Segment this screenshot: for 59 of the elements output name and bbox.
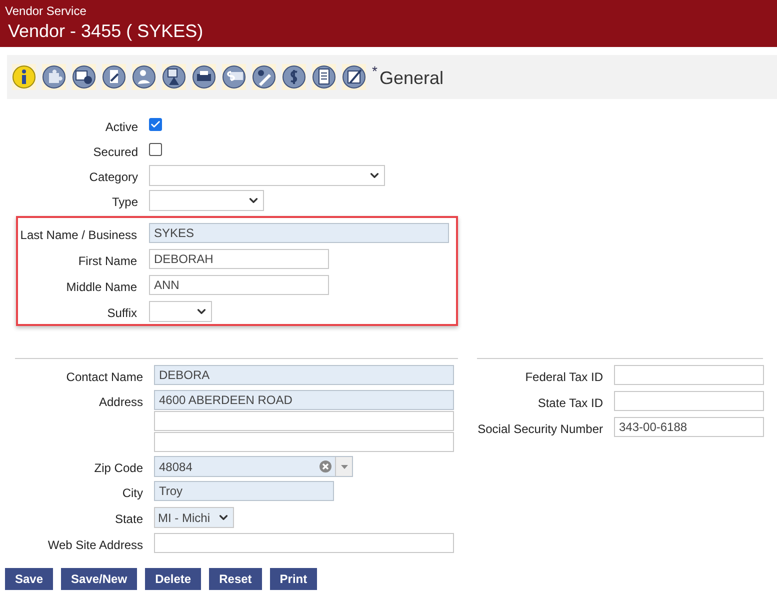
info-icon[interactable] — [12, 64, 36, 90]
select-field[interactable] — [149, 301, 212, 322]
checkbox[interactable] — [149, 118, 162, 131]
action-button[interactable]: Reset — [209, 568, 262, 590]
field-label: Type — [110, 194, 138, 209]
select-field[interactable]: MI - Michi — [154, 507, 234, 528]
field-label: Federal Tax ID — [524, 369, 603, 384]
field-label: Contact Name — [65, 369, 143, 384]
input-field[interactable] — [614, 365, 764, 385]
section-title: General — [379, 68, 444, 88]
input-field[interactable]: Troy — [154, 481, 334, 501]
contact-card-icon[interactable] — [72, 64, 96, 90]
field-label: Secured — [92, 144, 138, 159]
action-button[interactable]: Save/New — [61, 568, 138, 590]
input-field[interactable]: SYKES — [149, 223, 449, 243]
page-title: Vendor - 3455 ( SYKES) — [8, 21, 204, 42]
app-title: Vendor Service — [5, 4, 86, 18]
clear-icon[interactable] — [319, 460, 332, 473]
input-field[interactable] — [614, 391, 764, 411]
field-label: Web Site Address — [46, 537, 143, 552]
input-field[interactable] — [154, 432, 454, 452]
field-label: Last Name / Business — [19, 227, 137, 242]
checkbox[interactable] — [149, 143, 162, 156]
action-button[interactable]: Delete — [145, 568, 202, 590]
modified-mark: * — [372, 63, 378, 79]
field-label: Suffix — [106, 305, 137, 320]
pages-icon[interactable] — [312, 64, 336, 90]
field-label: Address — [98, 394, 143, 409]
puzzle-icon[interactable] — [42, 64, 66, 90]
edit-icon[interactable] — [342, 64, 366, 90]
input-field[interactable]: DEBORAH — [149, 249, 329, 269]
dollar-icon[interactable] — [282, 64, 306, 90]
caret-icon — [340, 464, 348, 468]
input-field[interactable] — [154, 411, 454, 431]
field-label: Category — [88, 169, 138, 184]
action-button[interactable]: Print — [270, 568, 318, 590]
input-field[interactable]: 343-00-6188 — [614, 417, 764, 437]
field-label: Social Security Number — [477, 421, 603, 436]
field-label: State — [114, 511, 143, 526]
shapes-icon[interactable] — [162, 64, 186, 90]
field-label: State Tax ID — [536, 395, 603, 410]
field-label: City — [121, 485, 143, 500]
field-label: First Name — [77, 253, 137, 268]
input-field[interactable]: ANN — [149, 275, 329, 295]
field-label: Zip Code — [93, 460, 143, 475]
action-button[interactable]: Save — [5, 568, 54, 590]
combo-field[interactable]: 48084 — [154, 456, 353, 477]
tools-icon[interactable] — [252, 64, 276, 90]
money-icon[interactable] — [222, 64, 246, 90]
field-label: Active — [104, 119, 138, 134]
select-field[interactable] — [149, 165, 385, 186]
printer-icon[interactable] — [192, 64, 216, 90]
person-icon[interactable] — [132, 64, 156, 90]
field-label: Middle Name — [65, 279, 137, 294]
input-field[interactable] — [154, 533, 454, 553]
document-icon[interactable] — [102, 64, 126, 90]
select-field[interactable] — [149, 190, 264, 211]
input-field[interactable]: DEBORA — [154, 365, 454, 385]
input-field[interactable]: 4600 ABERDEEN ROAD — [154, 390, 454, 410]
